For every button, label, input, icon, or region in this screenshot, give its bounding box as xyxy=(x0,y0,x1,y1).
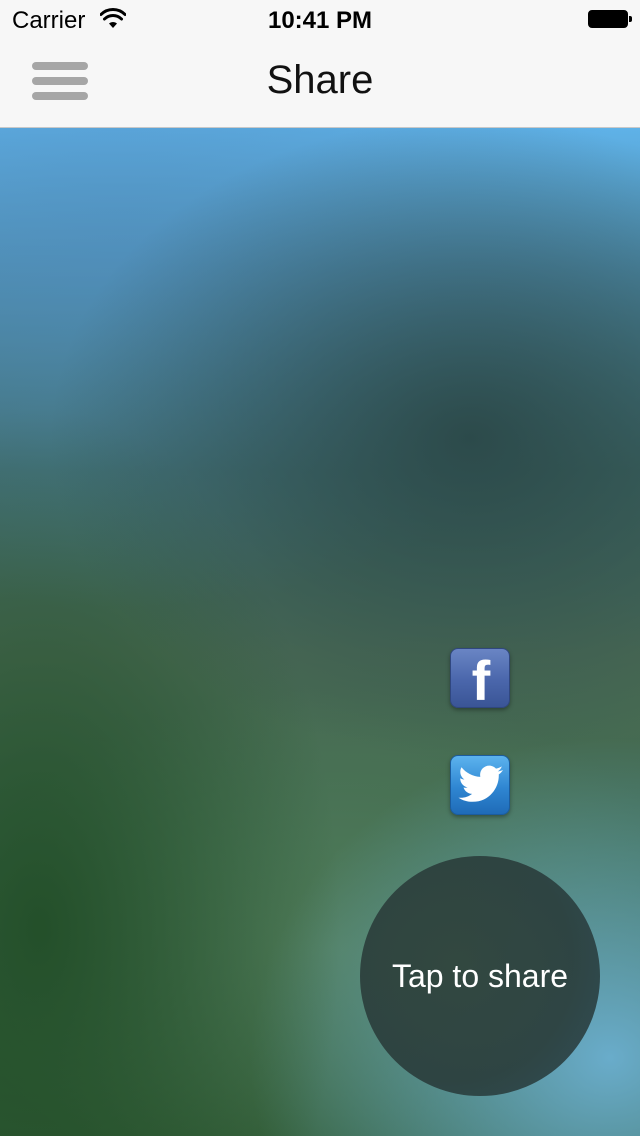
twitter-icon xyxy=(458,765,503,802)
page-title: Share xyxy=(266,58,374,102)
clock-time: 10:41 PM xyxy=(267,7,373,34)
status-bar: Carrier 10:41 PM xyxy=(0,0,640,40)
facebook-icon: f xyxy=(471,649,491,708)
facebook-share-button[interactable]: f xyxy=(450,648,510,708)
tap-to-share-button[interactable]: Tap to share xyxy=(360,856,600,1096)
battery-icon xyxy=(588,10,632,28)
share-screen: Carrier 10:41 PM Share f Tap to share xyxy=(0,0,640,1136)
twitter-share-button[interactable] xyxy=(450,755,510,815)
tap-to-share-label: Tap to share xyxy=(391,957,569,994)
navigation-bar: Share xyxy=(0,40,640,128)
